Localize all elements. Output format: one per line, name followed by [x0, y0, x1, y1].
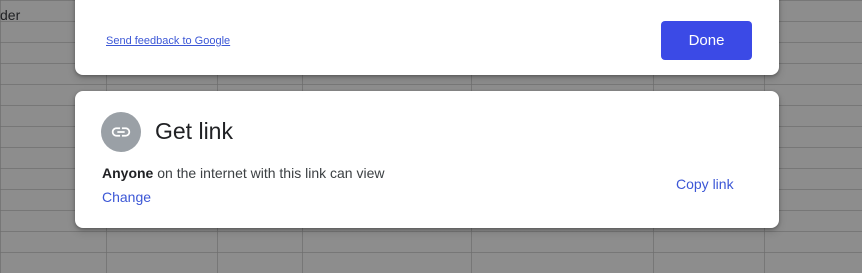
- link-icon: [101, 112, 141, 152]
- send-feedback-link[interactable]: Send feedback to Google: [106, 35, 230, 47]
- done-button[interactable]: Done: [661, 21, 752, 60]
- get-link-card: Get link Anyone on the internet with thi…: [75, 91, 779, 228]
- share-dialog-card: Send feedback to Google Done: [75, 0, 779, 75]
- copy-link-button[interactable]: Copy link: [676, 176, 734, 192]
- access-description-text: on the internet with this link can view: [153, 165, 385, 181]
- change-access-link[interactable]: Change: [102, 189, 151, 205]
- link-access-description: Anyone on the internet with this link ca…: [102, 165, 384, 181]
- cell-text: der: [0, 7, 21, 23]
- link-icon-glyph: [111, 127, 131, 137]
- get-link-title: Get link: [155, 118, 233, 144]
- access-scope: Anyone: [102, 165, 154, 181]
